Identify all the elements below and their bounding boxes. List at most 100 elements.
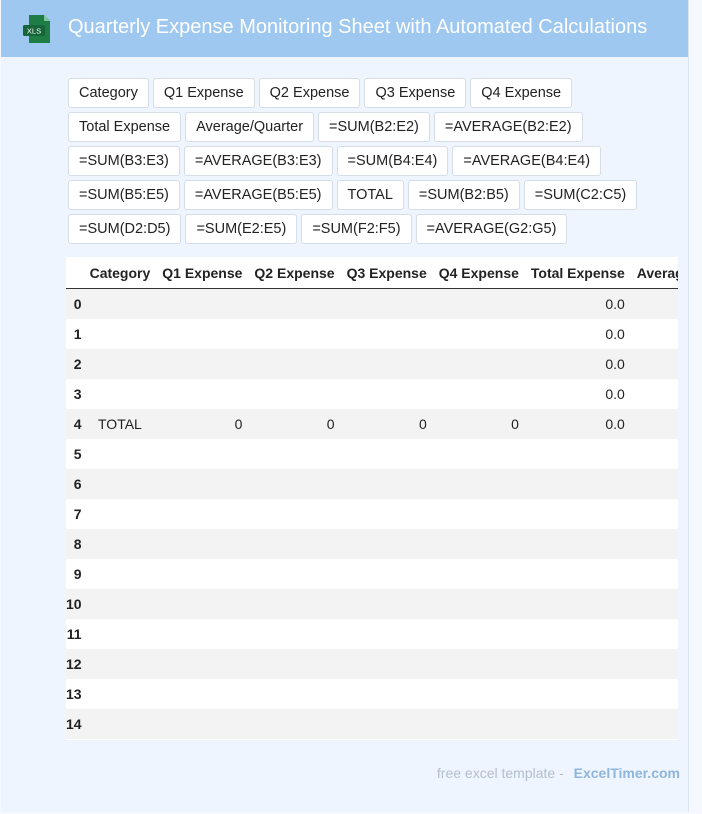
column-header: Total Expense <box>524 257 631 289</box>
table-cell <box>432 469 525 499</box>
page-title: Quarterly Expense Monitoring Sheet with … <box>68 16 648 38</box>
table-cell <box>630 349 678 379</box>
table-cell: 0 <box>248 409 341 439</box>
index-header <box>66 257 84 289</box>
expense-table: Category Q1 Expense Q2 Expense Q3 Expense Q4… <box>66 257 678 739</box>
column-chip-list: Category Q1 Expense Q2 Expense Q3 Expense Q4… <box>68 78 682 244</box>
footer-brand-link[interactable]: ExcelTimer.com <box>574 765 680 781</box>
table-row: 2 0.0 <box>66 349 678 379</box>
table-body: 0 0.0 1 0.0 2 0.0 3 0.0 4 TOTAL 0 0 0 0 0.0 5 6 7 8 9 10 11 12… <box>66 288 678 739</box>
table-cell <box>630 439 678 469</box>
table-cell <box>524 439 631 469</box>
table-cell <box>156 319 249 349</box>
table-cell <box>248 589 341 619</box>
table-cell <box>248 679 341 709</box>
row-index: 3 <box>66 379 84 409</box>
column-chip: Category <box>68 78 149 108</box>
footer-prefix: free excel template - <box>436 765 564 781</box>
table-cell <box>83 499 157 529</box>
table-cell <box>340 529 433 559</box>
table-row: 13 <box>66 679 678 709</box>
row-index: 2 <box>66 349 84 379</box>
table-cell: 0 <box>340 409 433 439</box>
column-chip: =SUM(E2:E5) <box>185 214 298 244</box>
column-header: Q2 Expense <box>248 257 341 289</box>
column-header: Average/Quarter <box>630 257 678 289</box>
table-row: 5 <box>66 439 678 469</box>
table-cell <box>156 619 249 649</box>
table-cell <box>432 288 525 319</box>
column-chip: Average/Quarter <box>185 112 315 142</box>
table-cell <box>340 619 433 649</box>
table-cell <box>432 559 525 589</box>
table-cell: 0.0 <box>524 409 631 439</box>
table-cell <box>340 559 433 589</box>
table-cell <box>156 439 249 469</box>
table-cell: 0.0 <box>524 288 631 319</box>
table-cell <box>432 709 525 739</box>
table-row: 1 0.0 <box>66 319 678 349</box>
table-cell <box>340 589 433 619</box>
table-cell <box>83 379 157 409</box>
table-cell <box>248 499 341 529</box>
row-index: 14 <box>66 709 84 739</box>
table-cell <box>83 469 157 499</box>
table-cell: 0 <box>432 409 525 439</box>
table-cell <box>83 319 157 349</box>
table-cell <box>630 499 678 529</box>
column-chip: =AVERAGE(B2:E2) <box>433 112 583 142</box>
table-cell <box>248 619 341 649</box>
table-cell <box>630 469 678 499</box>
table-cell: 0 <box>156 409 249 439</box>
table-cell <box>248 529 341 559</box>
table-cell <box>630 288 678 319</box>
table-row: 3 0.0 <box>66 379 678 409</box>
table-cell <box>156 679 249 709</box>
column-chip: TOTAL <box>336 180 404 210</box>
table-cell <box>524 619 631 649</box>
table-cell <box>524 469 631 499</box>
table-cell <box>156 649 249 679</box>
table-cell <box>248 649 341 679</box>
column-header: Q1 Expense <box>156 257 249 289</box>
table-cell <box>248 709 341 739</box>
column-header: Q3 Expense <box>340 257 433 289</box>
table-cell <box>630 619 678 649</box>
table-cell <box>630 409 678 439</box>
table-cell <box>524 679 631 709</box>
table-cell <box>432 679 525 709</box>
row-index: 11 <box>66 619 84 649</box>
table-cell <box>83 619 157 649</box>
table-cell <box>156 288 249 319</box>
table-cell <box>340 649 433 679</box>
column-chip: =SUM(B2:E2) <box>318 112 430 142</box>
table-row: 11 <box>66 619 678 649</box>
table-cell <box>524 649 631 679</box>
row-index: 9 <box>66 559 84 589</box>
table-cell <box>432 319 525 349</box>
table-row: 0 0.0 <box>66 288 678 319</box>
column-chip: =SUM(C2:C5) <box>523 180 638 210</box>
row-index: 13 <box>66 679 84 709</box>
table-cell <box>340 439 433 469</box>
table-cell <box>83 559 157 589</box>
table-cell <box>432 349 525 379</box>
column-chip: =SUM(B4:E4) <box>336 146 449 176</box>
table-cell <box>156 529 249 559</box>
spreadsheet-preview: Category Q1 Expense Q2 Expense Q3 Expense Q4… <box>66 257 678 740</box>
table-cell <box>432 649 525 679</box>
table-cell <box>432 379 525 409</box>
table-cell <box>83 649 157 679</box>
row-index: 10 <box>66 589 84 619</box>
column-header: Q4 Expense <box>432 257 525 289</box>
table-cell <box>432 529 525 559</box>
table-cell <box>156 379 249 409</box>
table-cell <box>83 439 157 469</box>
table-cell <box>432 589 525 619</box>
table-cell <box>248 469 341 499</box>
column-chip: =SUM(F2:F5) <box>301 214 412 244</box>
table-cell <box>340 349 433 379</box>
column-chip: =AVERAGE(B5:E5) <box>183 180 333 210</box>
table-row: 10 <box>66 589 678 619</box>
table-cell <box>630 319 678 349</box>
